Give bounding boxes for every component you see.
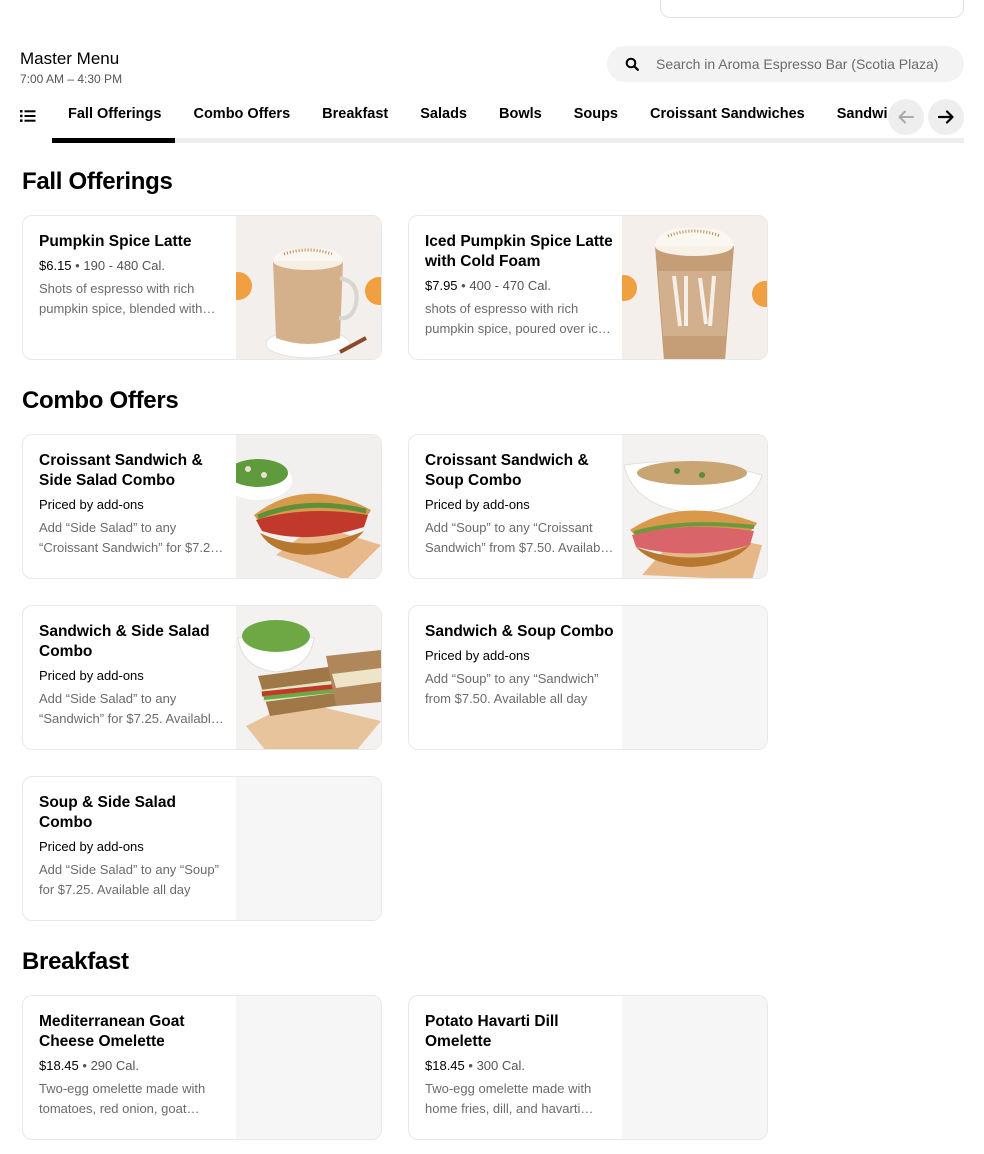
item-name: Sandwich & Side Salad Combo [39,623,210,660]
arrow-left-icon [898,110,914,124]
item-price: $18.45 [425,1058,465,1073]
item-description: Shots of espresso with rich pumpkin spic… [39,281,203,316]
item-description: Add “Side Salad” to any “Sandwich” for $… [39,691,218,726]
list-icon[interactable] [20,109,36,123]
meta-separator: • [75,258,80,273]
item-price: Priced by add-ons [39,497,144,512]
item-price: Priced by add-ons [425,648,530,663]
tab-combo-offers[interactable]: Combo Offers [177,96,306,136]
tabs-track: Fall Offerings Combo Offers Breakfast Salad… [52,96,888,142]
menu-title: Master Menu [20,49,120,68]
item-image [622,216,767,359]
search-bar[interactable] [607,46,964,82]
scroll-right-button[interactable] [928,99,964,135]
item-image [236,216,381,359]
tab-soups[interactable]: Soups [558,96,634,136]
scroll-left-button[interactable] [888,99,924,135]
item-description: Add “Side Salad” to any “Soup” for $7.25… [39,862,219,897]
item-calories: 290 Cal. [90,1058,139,1073]
search-input[interactable] [654,55,958,73]
item-name: Mediterranean Goat Cheese Omelette [39,1013,185,1050]
tab-sandwiches[interactable]: Sandwiches [821,96,888,136]
search-icon [625,57,639,71]
menu-item-card[interactable]: Sandwich & Soup Combo Priced by add-ons … [408,605,768,750]
tab-breakfast[interactable]: Breakfast [306,96,404,136]
tab-bowls[interactable]: Bowls [483,96,558,136]
tab-salads[interactable]: Salads [404,96,483,136]
item-image-placeholder [622,996,767,1139]
item-price: Priced by add-ons [425,497,530,512]
item-price: Priced by add-ons [39,839,144,854]
item-price: $7.95 [425,278,458,293]
active-tab-indicator [52,138,175,143]
section-title-breakfast: Breakfast [22,948,129,975]
item-image [622,435,767,578]
menu-hours: 7:00 AM – 4:30 PM [20,72,123,86]
tab-croissant-sandwiches[interactable]: Croissant Sandwiches [634,96,821,136]
item-description: Two-egg omelette made with home fries, d… [425,1081,592,1116]
item-name: Potato Havarti Dill Omelette [425,1013,559,1050]
top-dropdown-box[interactable] [660,0,964,18]
meta-separator: • [468,1058,473,1073]
item-description: Add “Side Salad” to any “Croissant Sandw… [39,520,222,555]
item-name: Croissant Sandwich & Soup Combo [425,452,589,489]
item-calories: 300 Cal. [476,1058,525,1073]
item-price: Priced by add-ons [39,668,144,683]
tab-fall-offerings[interactable]: Fall Offerings [52,96,177,136]
menu-item-card[interactable]: Iced Pumpkin Spice Latte with Cold Foam … [408,215,768,360]
menu-item-card[interactable]: Soup & Side Salad Combo Priced by add-on… [22,776,382,921]
menu-item-card[interactable]: Croissant Sandwich & Side Salad Combo Pr… [22,434,382,579]
menu-item-card[interactable]: Croissant Sandwich & Soup Combo Priced b… [408,434,768,579]
item-name: Pumpkin Spice Latte [39,233,192,250]
item-description: Two-egg omelette made with tomatoes, red… [39,1081,206,1116]
item-name: Iced Pumpkin Spice Latte with Cold Foam [425,233,613,270]
item-price: $18.45 [39,1058,79,1073]
menu-item-card[interactable]: Sandwich & Side Salad Combo Priced by ad… [22,605,382,750]
menu-item-card[interactable]: Pumpkin Spice Latte $6.15 • 190 - 480 Ca… [22,215,382,360]
item-calories: 190 - 480 Cal. [83,258,166,273]
item-description: Add “Soup” to any “Croissant Sandwich” f… [425,520,611,555]
item-name: Sandwich & Soup Combo [425,623,614,640]
arrow-right-icon [938,110,954,124]
menu-item-card[interactable]: Potato Havarti Dill Omelette $18.45 • 30… [408,995,768,1140]
item-description: shots of espresso with rich pumpkin spic… [425,301,605,336]
tab-underline [52,138,964,143]
item-image-placeholder [236,996,381,1139]
item-image [236,606,381,749]
meta-separator: • [82,1058,87,1073]
item-price: $6.15 [39,258,72,273]
menu-item-card[interactable]: Mediterranean Goat Cheese Omelette $18.4… [22,995,382,1140]
item-description: Add “Soup” to any “Sandwich” from $7.50.… [425,671,599,706]
item-calories: 400 - 470 Cal. [469,278,552,293]
section-title-fall-offerings: Fall Offerings [22,168,173,195]
item-name: Croissant Sandwich & Side Salad Combo [39,452,203,489]
item-name: Soup & Side Salad Combo [39,794,176,831]
section-title-combo-offers: Combo Offers [22,387,179,414]
item-image [236,435,381,578]
item-image-placeholder [622,606,767,749]
meta-separator: • [461,278,466,293]
category-tabs: Fall Offerings Combo Offers Breakfast Salad… [0,96,964,144]
item-image-placeholder [236,777,381,920]
